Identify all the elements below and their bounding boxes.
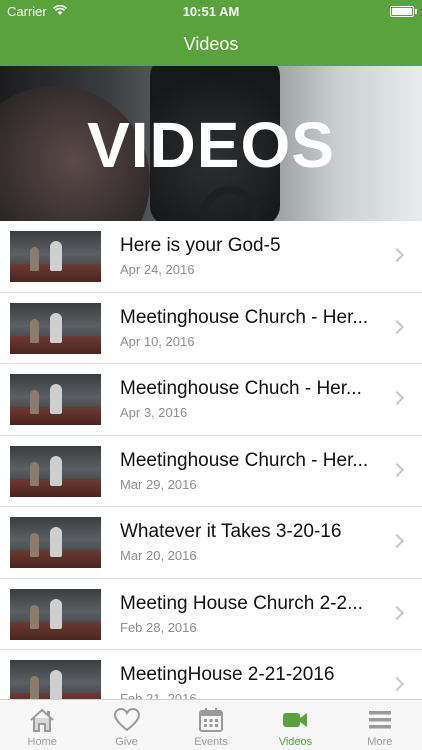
chevron-right-icon bbox=[389, 533, 405, 549]
video-date: Feb 21, 2016 bbox=[120, 691, 197, 699]
tab-home-label: Home bbox=[27, 736, 57, 748]
page-title: Videos bbox=[183, 34, 239, 54]
video-thumbnail bbox=[10, 588, 101, 640]
video-row[interactable]: Here is your God-5 Apr 24, 2016 bbox=[0, 221, 422, 293]
video-thumbnail bbox=[10, 231, 101, 282]
chevron-right-icon bbox=[389, 605, 405, 620]
battery-icon bbox=[390, 6, 417, 17]
video-row[interactable]: Whatever it Takes 3-20-16 Mar 20, 2016 bbox=[0, 507, 422, 579]
video-row[interactable]: Meetinghouse Chuch - Her... Apr 3, 2016 bbox=[0, 364, 422, 436]
video-row[interactable]: Meetinghouse Church - Her... Apr 10, 201… bbox=[0, 293, 422, 364]
video-date: Apr 24, 2016 bbox=[120, 262, 195, 277]
video-date: Mar 29, 2016 bbox=[120, 476, 197, 492]
tab-give[interactable]: Give bbox=[84, 700, 168, 750]
video-thumbnail bbox=[10, 302, 101, 354]
tab-bar: Home Give Events Videos More bbox=[0, 699, 422, 750]
banner-title: VIDEOS bbox=[87, 109, 335, 181]
chevron-right-icon bbox=[389, 462, 405, 477]
video-title: Meeting House Church 2-2... bbox=[120, 592, 363, 614]
tab-more-label: More bbox=[367, 736, 393, 748]
home-icon bbox=[30, 708, 54, 732]
chevron-right-icon bbox=[389, 319, 405, 334]
video-date: Feb 28, 2016 bbox=[120, 619, 197, 635]
tab-more[interactable]: More bbox=[338, 700, 422, 750]
tab-home[interactable]: Home bbox=[0, 700, 84, 750]
video-thumbnail bbox=[10, 660, 101, 699]
video-title: MeetingHouse 2-21-2016 bbox=[120, 664, 335, 685]
video-thumbnail bbox=[10, 445, 101, 497]
video-title: Meetinghouse Church - Her... bbox=[120, 449, 369, 471]
chevron-right-icon bbox=[389, 390, 405, 406]
video-title: Meetinghouse Church - Her... bbox=[120, 306, 369, 328]
video-title: Here is your God-5 bbox=[120, 235, 281, 256]
video-title: Whatever it Takes 3-20-16 bbox=[120, 521, 342, 542]
videos-banner: VIDEOS bbox=[0, 66, 422, 221]
video-date: Apr 10, 2016 bbox=[120, 333, 195, 349]
chevron-right-icon bbox=[389, 247, 405, 263]
heart-icon bbox=[113, 707, 140, 732]
tab-give-label: Give bbox=[115, 736, 138, 748]
calendar-icon bbox=[199, 708, 224, 732]
navigation-bar: Videos bbox=[0, 22, 422, 66]
tab-events[interactable]: Events bbox=[169, 700, 253, 750]
tab-videos[interactable]: Videos bbox=[253, 700, 337, 750]
video-thumbnail bbox=[10, 517, 101, 568]
video-date: Apr 3, 2016 bbox=[120, 405, 188, 420]
menu-icon bbox=[368, 711, 391, 729]
video-camera-icon bbox=[283, 713, 308, 727]
video-list: Here is your God-5 Apr 24, 2016 Meetingh… bbox=[0, 221, 422, 699]
video-date: Mar 20, 2016 bbox=[120, 548, 197, 563]
chevron-right-icon bbox=[389, 676, 405, 692]
video-row[interactable]: Meetinghouse Church - Her... Mar 29, 201… bbox=[0, 436, 422, 507]
clock: 10:51 AM bbox=[182, 4, 240, 19]
status-bar: Carrier 10:51 AM bbox=[0, 0, 422, 22]
video-row[interactable]: MeetingHouse 2-21-2016 Feb 21, 2016 bbox=[0, 650, 422, 699]
tab-events-label: Events bbox=[194, 736, 228, 748]
tab-videos-label: Videos bbox=[278, 736, 313, 748]
video-title: Meetinghouse Chuch - Her... bbox=[120, 378, 362, 399]
video-thumbnail bbox=[10, 374, 101, 425]
video-row[interactable]: Meeting House Church 2-2... Feb 28, 2016 bbox=[0, 579, 422, 650]
